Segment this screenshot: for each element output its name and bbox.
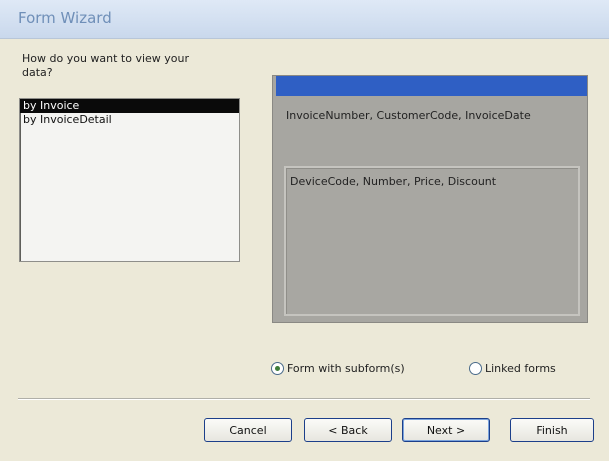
view-option-invoice[interactable]: by Invoice [20, 99, 239, 113]
back-button[interactable]: < Back [304, 418, 392, 442]
view-option-invoicedetail[interactable]: by InvoiceDetail [20, 113, 239, 127]
divider [18, 398, 590, 400]
finish-button[interactable]: Finish [510, 418, 594, 442]
form-preview: InvoiceNumber, CustomerCode, InvoiceDate… [272, 75, 588, 323]
view-list[interactable]: by Invoice by InvoiceDetail [19, 98, 240, 262]
radio-label-subform: Form with subform(s) [287, 362, 405, 375]
radio-form-with-subform[interactable]: Form with subform(s) [271, 362, 405, 375]
main-form-fields: InvoiceNumber, CustomerCode, InvoiceDate [286, 109, 531, 122]
preview-header-bar [276, 76, 587, 96]
radio-unchecked-icon[interactable] [469, 362, 482, 375]
title-bar: Form Wizard [0, 0, 609, 39]
next-button[interactable]: Next > [402, 418, 490, 442]
view-prompt: How do you want to view your data? [22, 52, 190, 79]
subform-preview: DeviceCode, Number, Price, Discount [284, 166, 580, 316]
window-title: Form Wizard [18, 9, 112, 27]
cancel-button[interactable]: Cancel [204, 418, 292, 442]
radio-linked-forms[interactable]: Linked forms [469, 362, 556, 375]
subform-fields: DeviceCode, Number, Price, Discount [290, 175, 497, 188]
radio-label-linked: Linked forms [485, 362, 556, 375]
radio-checked-icon[interactable] [271, 362, 284, 375]
